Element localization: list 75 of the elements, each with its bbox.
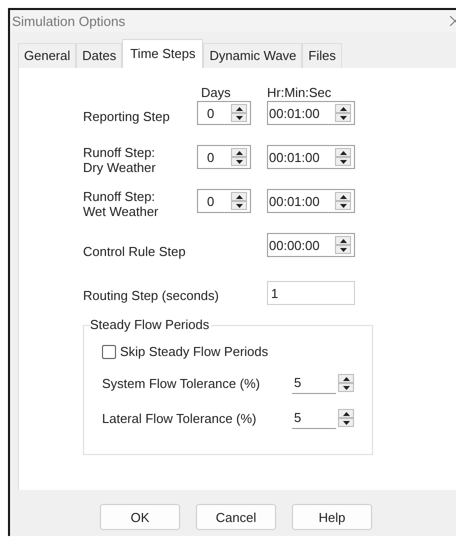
field-label: Routing Step (seconds) <box>83 286 220 302</box>
dialog-button[interactable]: Cancel <box>196 504 276 530</box>
input-field[interactable]: 5 <box>292 407 336 429</box>
spin-up-button[interactable] <box>338 409 354 418</box>
down-arrow-icon <box>236 116 242 120</box>
window-title: Simulation Options <box>11 14 126 28</box>
dialog-button[interactable]: OK <box>100 504 180 530</box>
up-arrow-icon <box>236 194 242 198</box>
input-field[interactable]: 1 <box>267 281 355 305</box>
spin-down-button[interactable] <box>335 113 351 122</box>
spinner-value: 00:01:00 <box>268 150 321 164</box>
column-heading: Hr:Min:Sec <box>267 85 332 101</box>
spin-up-button[interactable] <box>335 236 351 245</box>
spin-up-button[interactable] <box>338 374 354 383</box>
up-arrow-icon <box>342 376 350 380</box>
spin-down-button[interactable] <box>335 245 351 254</box>
spin-up-button[interactable] <box>335 192 351 201</box>
close-icon[interactable] <box>450 16 456 26</box>
spin-up-button[interactable] <box>231 192 247 201</box>
spinner-value: 00:01:00 <box>268 194 321 208</box>
spinner-value: 0 <box>206 150 216 164</box>
down-arrow-icon <box>236 204 242 208</box>
checkbox[interactable] <box>102 344 116 358</box>
field-label: Runoff Step: Dry Weather <box>83 144 157 175</box>
spinner-value: 0 <box>206 194 216 208</box>
field-label: Control Rule Step <box>83 242 187 258</box>
tab[interactable]: Dates <box>76 43 122 68</box>
down-arrow-icon <box>236 160 242 164</box>
spin-down-button[interactable] <box>335 201 351 210</box>
spinner-value: 00:01:00 <box>268 106 321 120</box>
days-spinner[interactable]: 0 <box>197 189 251 213</box>
down-arrow-icon <box>340 204 346 208</box>
down-arrow-icon <box>340 160 346 164</box>
up-arrow-icon <box>236 106 242 110</box>
up-arrow-icon <box>342 412 350 416</box>
spin-up-button[interactable] <box>231 148 247 157</box>
checkbox-label[interactable]: Skip Steady Flow Periods <box>120 344 268 359</box>
up-arrow-icon <box>340 106 346 110</box>
spin-up-button[interactable] <box>335 104 351 113</box>
input-field[interactable]: 5 <box>292 372 336 394</box>
spinner-value: 0 <box>206 106 216 120</box>
up-arrow-icon <box>236 150 242 154</box>
column-heading: Days <box>201 85 232 101</box>
spin-down-button[interactable] <box>338 418 354 427</box>
tab[interactable]: Dynamic Wave <box>203 43 302 68</box>
spin-down-button[interactable] <box>231 201 247 210</box>
up-arrow-icon <box>340 194 346 198</box>
spin-down-button[interactable] <box>338 383 354 392</box>
spin-down-button[interactable] <box>231 113 247 122</box>
down-arrow-icon <box>340 116 346 120</box>
tab[interactable]: Files <box>302 43 342 68</box>
up-arrow-icon <box>340 238 346 242</box>
field-label: Lateral Flow Tolerance (%) <box>102 410 258 426</box>
time-spinner[interactable]: 00:01:00 <box>267 145 355 169</box>
dialog-button[interactable]: Help <box>292 504 372 530</box>
field-label: Reporting Step <box>83 108 171 124</box>
field-label: Runoff Step: Wet Weather <box>83 188 160 219</box>
time-spinner[interactable]: 00:00:00 <box>267 233 355 257</box>
group-title: Steady Flow Periods <box>90 317 212 332</box>
spin-down-button[interactable] <box>231 157 247 166</box>
time-spinner[interactable]: 00:01:00 <box>267 189 355 213</box>
spin-down-button[interactable] <box>335 157 351 166</box>
days-spinner[interactable]: 0 <box>197 101 251 125</box>
spinner-value: 00:00:00 <box>268 238 321 252</box>
up-arrow-icon <box>340 150 346 154</box>
down-arrow-icon <box>340 248 346 252</box>
time-spinner[interactable]: 00:01:00 <box>267 101 355 125</box>
days-spinner[interactable]: 0 <box>197 145 251 169</box>
spin-up-button[interactable] <box>231 104 247 113</box>
spin-up-button[interactable] <box>335 148 351 157</box>
tab[interactable]: Time Steps <box>122 39 204 68</box>
down-arrow-icon <box>342 386 350 390</box>
tab[interactable]: General <box>18 43 76 68</box>
down-arrow-icon <box>342 420 350 424</box>
field-label: System Flow Tolerance (%) <box>102 376 261 390</box>
